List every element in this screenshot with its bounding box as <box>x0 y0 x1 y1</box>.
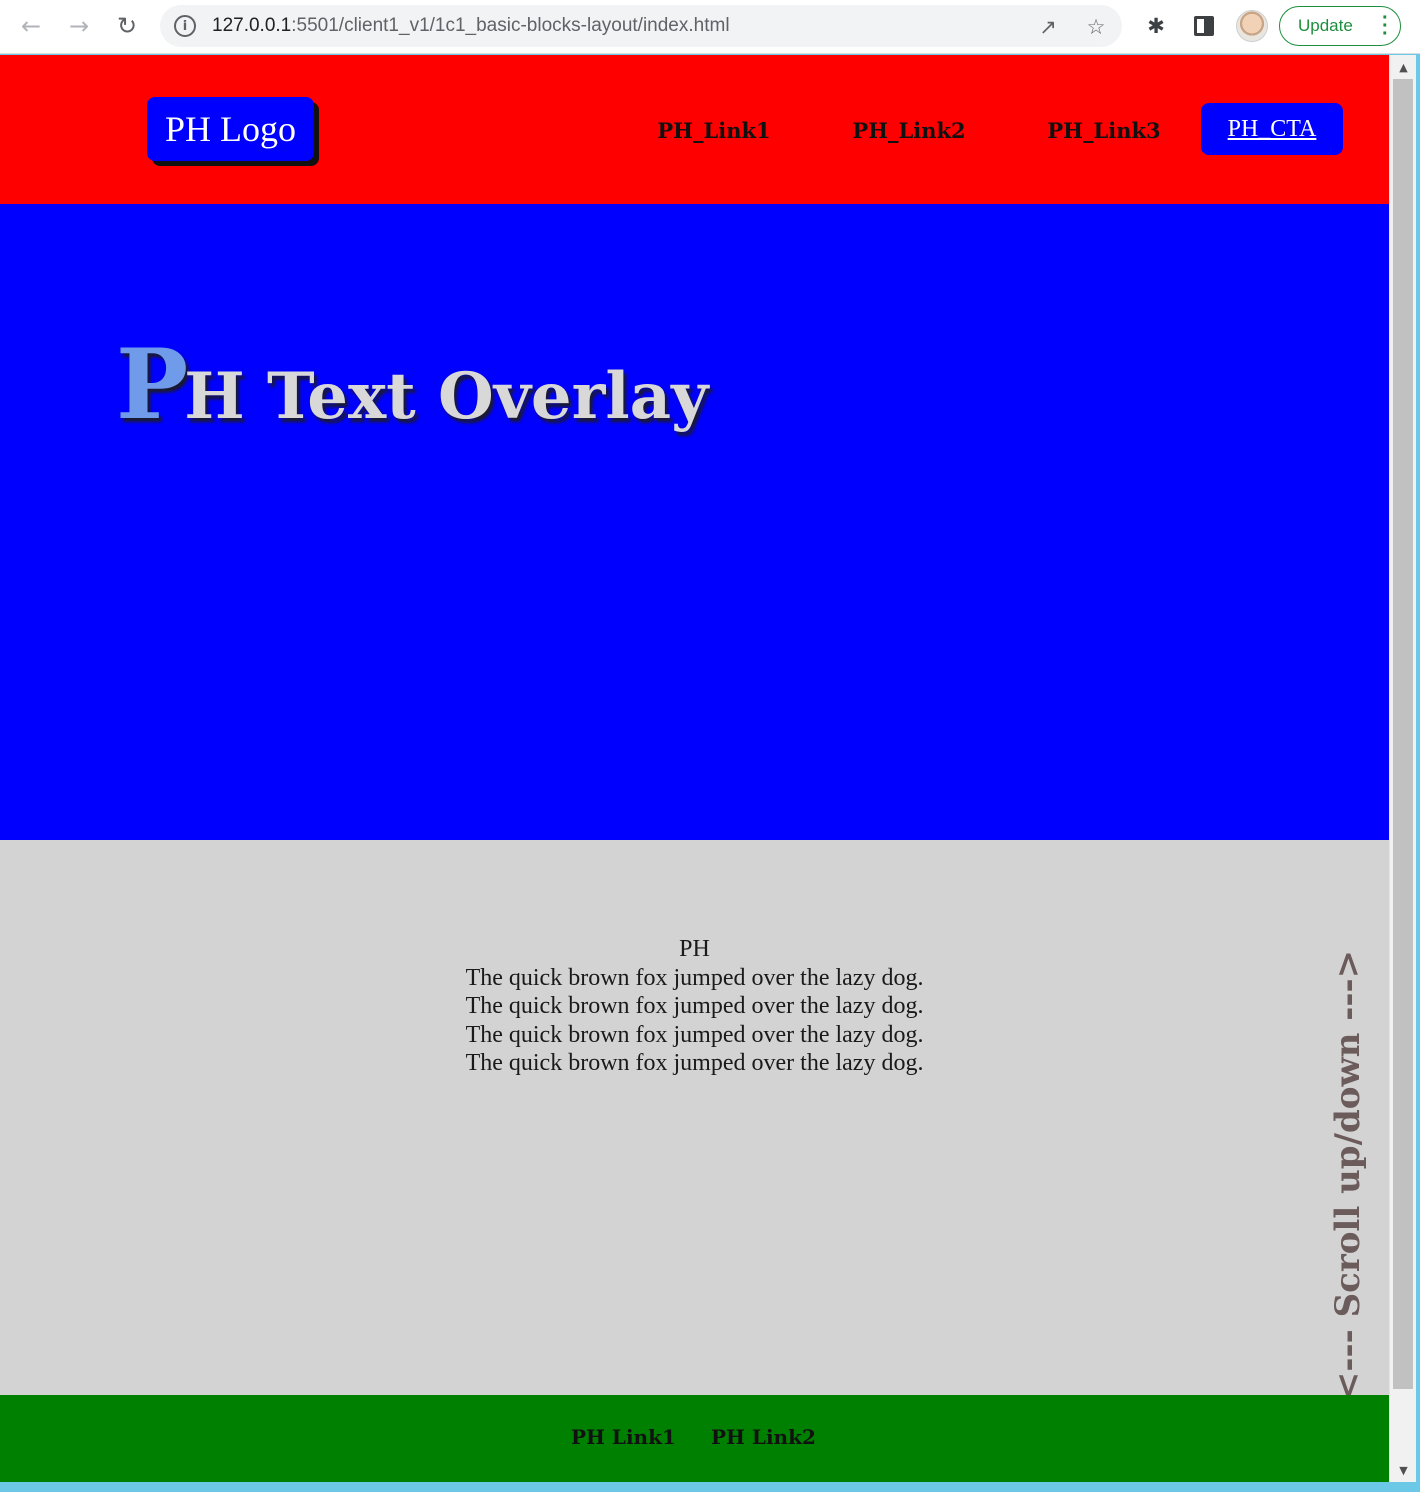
scroll-down-arrow-icon[interactable]: ▼ <box>1390 1460 1417 1480</box>
site-header: PH Logo PH_Link1 PH_Link2 PH_Link3 PH_CT… <box>0 55 1389 204</box>
hero-title: PH Text Overlay <box>116 328 708 441</box>
scroll-hint-text: <--- Scroll up/down ---> <box>1328 949 1368 1401</box>
nav-link-2[interactable]: PH_Link2 <box>848 113 970 147</box>
logo[interactable]: PH Logo <box>147 97 314 161</box>
arrow-left-icon: ← <box>20 12 42 40</box>
share-icon[interactable]: ↗ <box>1034 13 1062 41</box>
hero-title-rest: H Text Overlay <box>184 359 709 434</box>
kebab-menu-icon[interactable]: · · · <box>1382 8 1389 44</box>
content-line: The quick brown fox jumped over the lazy… <box>465 1021 924 1048</box>
update-button[interactable]: Update · · · <box>1279 6 1401 46</box>
address-bar[interactable]: i 127.0.0.1:5501/client1_v1/1c1_basic-bl… <box>160 5 1122 47</box>
reload-button[interactable]: ↻ <box>109 8 145 44</box>
cta-button[interactable]: PH_CTA <box>1201 103 1343 155</box>
hero-title-initial: P <box>116 328 188 441</box>
nav-link-3[interactable]: PH_Link3 <box>1043 113 1165 147</box>
content-text: PH The quick brown fox jumped over the l… <box>0 935 1389 1078</box>
reload-icon: ↻ <box>116 12 138 40</box>
avatar[interactable] <box>1236 10 1268 42</box>
url-text[interactable]: 127.0.0.1:5501/client1_v1/1c1_basic-bloc… <box>212 15 730 37</box>
info-icon[interactable]: i <box>174 15 196 37</box>
page-viewport: PH Logo PH_Link1 PH_Link2 PH_Link3 PH_CT… <box>0 55 1389 1482</box>
puzzle-icon[interactable]: ✱ <box>1139 9 1173 43</box>
arrow-right-icon: → <box>68 12 90 40</box>
browser-toolbar: ← → ↻ i 127.0.0.1:5501/client1_v1/1c1_ba… <box>0 0 1420 54</box>
star-icon[interactable]: ☆ <box>1082 13 1110 41</box>
nav-link-1[interactable]: PH_Link1 <box>654 113 774 147</box>
scroll-up-arrow-icon[interactable]: ▲ <box>1390 57 1417 77</box>
content-line: The quick brown fox jumped over the lazy… <box>465 964 924 991</box>
content-heading: PH <box>679 936 710 962</box>
url-path: :5501/client1_v1/1c1_basic-blocks-layout… <box>291 15 730 36</box>
back-button[interactable]: ← <box>13 8 49 44</box>
scrollbar-thumb[interactable] <box>1393 79 1413 1389</box>
footer-link-2[interactable]: PH Link2 <box>711 1425 816 1449</box>
hero-section: PH Text Overlay <box>0 204 1389 840</box>
content-line: The quick brown fox jumped over the lazy… <box>465 1050 924 1077</box>
update-label: Update <box>1298 16 1353 35</box>
side-panel-icon[interactable] <box>1194 16 1214 36</box>
footer-link-1[interactable]: PH Link1 <box>571 1425 676 1449</box>
forward-button[interactable]: → <box>61 8 97 44</box>
url-host: 127.0.0.1 <box>212 15 292 36</box>
content-section: PH The quick brown fox jumped over the l… <box>0 840 1389 1400</box>
vertical-scrollbar[interactable]: ▲ ▼ <box>1389 55 1416 1482</box>
site-footer: PH Link1 PH Link2 <box>0 1395 1389 1482</box>
content-line: The quick brown fox jumped over the lazy… <box>465 993 924 1020</box>
